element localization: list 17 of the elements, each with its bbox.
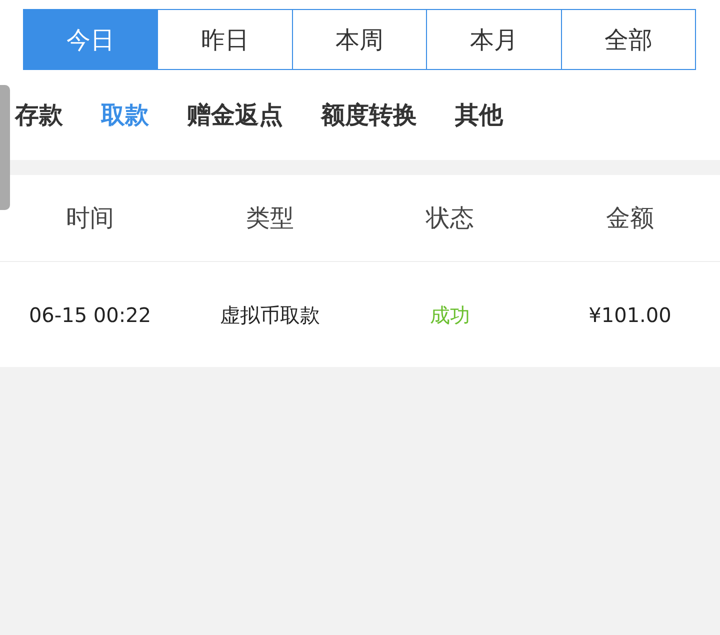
status-text: 成功 (430, 302, 470, 328)
date-tab[interactable]: 本月 (427, 9, 562, 70)
column-header: 状态 (426, 203, 474, 234)
column-header: 金额 (606, 203, 654, 234)
category-tab[interactable]: 赠金返点 (187, 97, 283, 133)
category-tab[interactable]: 存款 (15, 97, 63, 133)
date-tab[interactable]: 昨日 (158, 9, 293, 70)
column-header: 时间 (66, 203, 114, 234)
table-cell-text: 虚拟币取款 (220, 302, 320, 328)
table-cell-text: ¥101.00 (588, 302, 672, 328)
date-tab[interactable]: 全部 (562, 9, 696, 70)
table-cell-text: 06-15 00:22 (28, 302, 152, 328)
category-tab[interactable]: 其他 (455, 97, 503, 133)
category-tab[interactable]: 额度转换 (321, 97, 417, 133)
column-header: 类型 (246, 203, 294, 234)
date-tab[interactable]: 本周 (292, 9, 428, 70)
scrollbar-thumb[interactable] (0, 85, 10, 210)
